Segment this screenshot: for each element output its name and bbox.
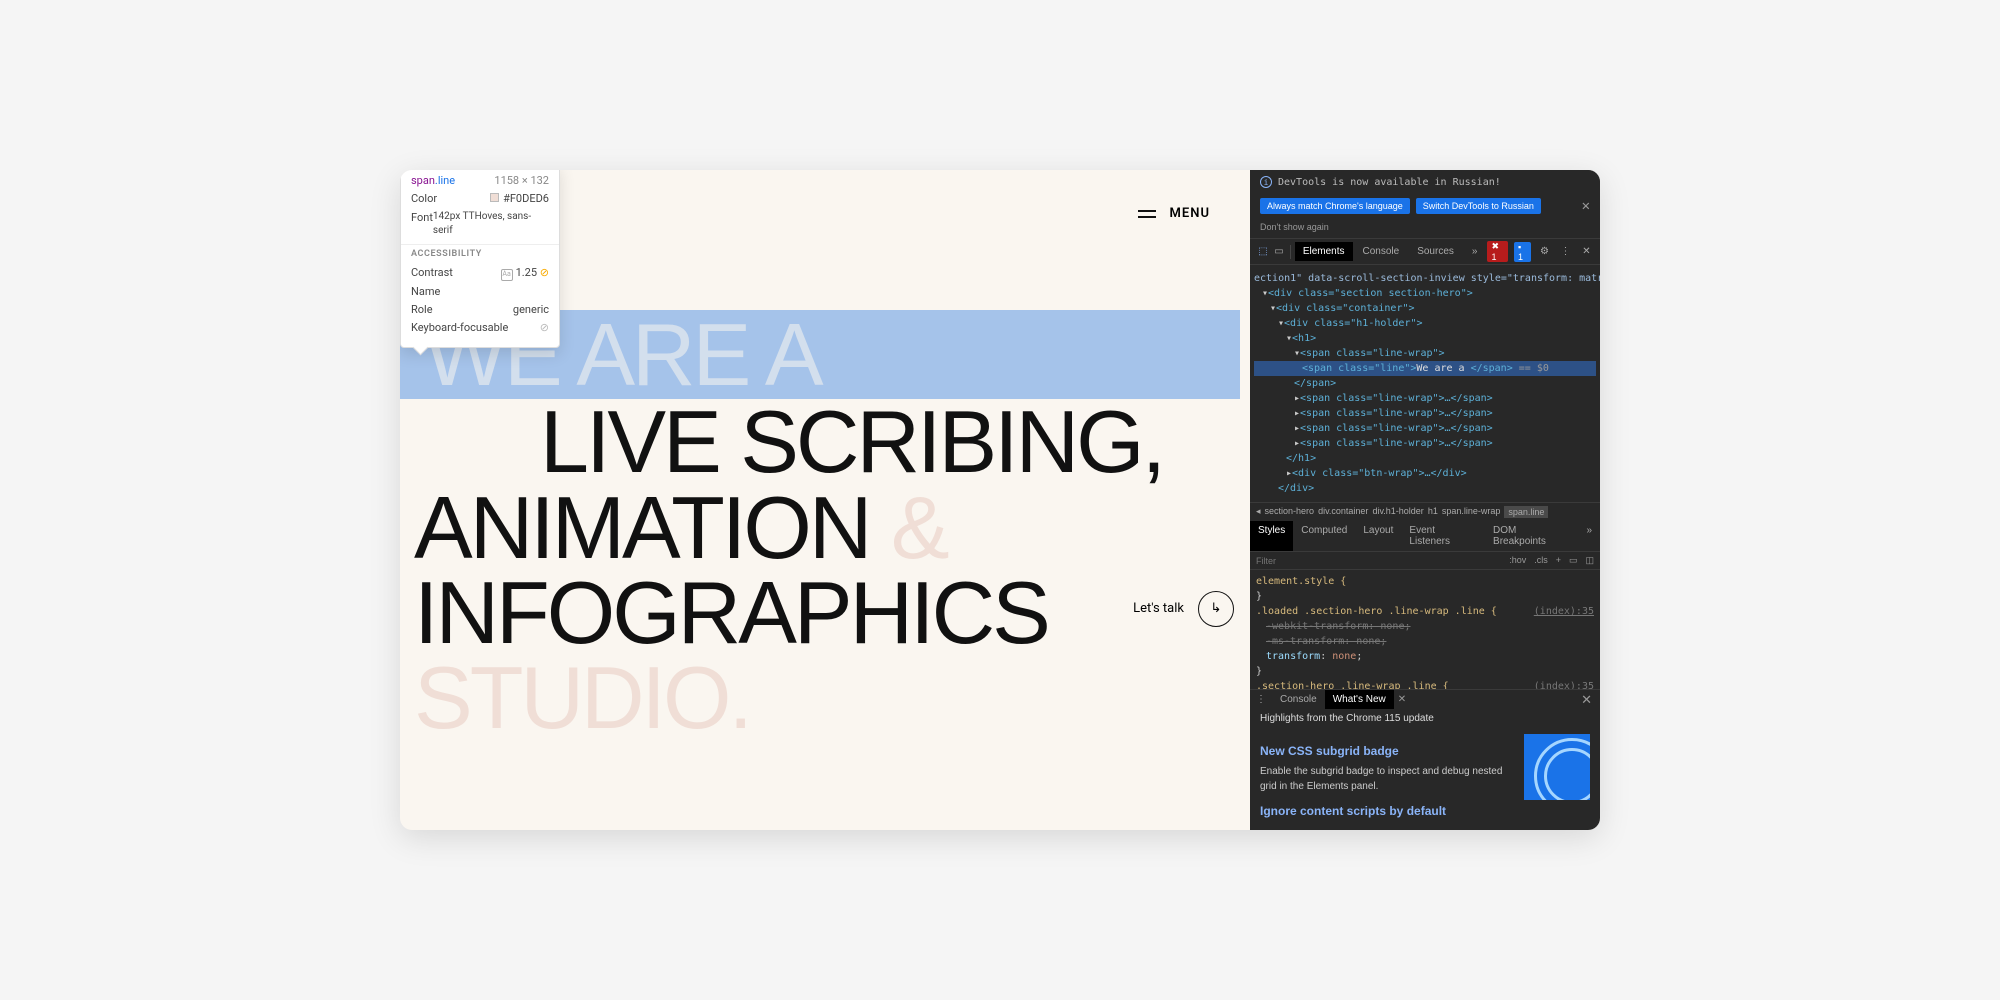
- drawer-subtitle: Highlights from the Chrome 115 update: [1250, 709, 1600, 728]
- hero-heading: WE ARE A LIVE SCRIBING, ANIMATION & INFO…: [400, 310, 1240, 741]
- close-drawer-icon[interactable]: ✕: [1573, 692, 1600, 708]
- tab-computed[interactable]: Computed: [1293, 521, 1355, 551]
- tab-console[interactable]: Console: [1355, 242, 1408, 261]
- new-style-rule-icon[interactable]: +: [1556, 555, 1561, 566]
- tooltip-accessibility-heading: ACCESSIBILITY: [401, 244, 559, 259]
- hamburger-icon: [1138, 210, 1156, 218]
- styles-filter-input[interactable]: [1256, 556, 1316, 566]
- text-sample-icon: Aa: [501, 269, 513, 281]
- whats-new-heading: Ignore content scripts by default: [1260, 802, 1590, 820]
- dom-tree[interactable]: ection1" data-scroll-section-inview styl…: [1250, 265, 1600, 502]
- cta-label: Let's talk: [1133, 601, 1184, 616]
- switch-language-button[interactable]: Switch DevTools to Russian: [1416, 198, 1541, 214]
- computed-toggle-icon[interactable]: ▭: [1569, 555, 1578, 566]
- tab-sources[interactable]: Sources: [1409, 242, 1462, 261]
- close-banner-button[interactable]: ✕: [1582, 198, 1590, 214]
- tab-event-listeners[interactable]: Event Listeners: [1401, 521, 1485, 551]
- tab-layout[interactable]: Layout: [1355, 521, 1401, 551]
- issue-count-badge[interactable]: ▪ 1: [1514, 242, 1531, 262]
- info-icon: i: [1260, 176, 1272, 188]
- match-language-button[interactable]: Always match Chrome's language: [1260, 198, 1410, 214]
- hero-line: ANIMATION &: [400, 485, 1240, 570]
- hov-toggle[interactable]: :hov: [1509, 555, 1526, 566]
- drawer-kebab-icon[interactable]: ⋮: [1250, 690, 1272, 709]
- rendered-page: span.line 1158 × 132 Color#F0DED6 Font14…: [400, 170, 1250, 830]
- hero-line: STUDIO.: [400, 655, 1240, 740]
- inspect-element-icon[interactable]: ⬚: [1256, 243, 1270, 261]
- cls-toggle[interactable]: .cls: [1534, 555, 1548, 566]
- arrow-icon: ↳: [1198, 591, 1234, 627]
- tooltip-selector: span.line: [411, 173, 455, 188]
- settings-gear-icon[interactable]: ⚙: [1537, 243, 1552, 261]
- drawer-tab-console[interactable]: Console: [1272, 690, 1325, 709]
- whats-new-content: New CSS subgrid badge Enable the subgrid…: [1250, 728, 1600, 830]
- hero-line: INFOGRAPHICS: [400, 570, 1240, 655]
- styles-sidebar-icon[interactable]: ◫: [1585, 555, 1594, 566]
- browser-window: span.line 1158 × 132 Color#F0DED6 Font14…: [400, 170, 1600, 830]
- devtools-info-banner: i DevTools is now available in Russian!: [1250, 170, 1600, 194]
- dont-show-again-link[interactable]: Don't show again: [1250, 218, 1600, 238]
- devtools-panel: i DevTools is now available in Russian! …: [1250, 170, 1600, 830]
- cta-button[interactable]: Let's talk ↳: [1133, 591, 1234, 627]
- close-devtools-icon[interactable]: ✕: [1579, 243, 1594, 261]
- drawer-tab-bar: ⋮ Console What's New ✕ ✕: [1250, 689, 1600, 709]
- color-swatch-icon: [490, 193, 499, 202]
- tooltip-dimensions: 1158 × 132: [494, 173, 549, 188]
- tab-styles[interactable]: Styles: [1250, 521, 1293, 551]
- menu-label: MENU: [1170, 206, 1210, 221]
- whats-new-illustration: [1524, 734, 1590, 800]
- tab-elements[interactable]: Elements: [1295, 242, 1353, 261]
- drawer-tab-whatsnew[interactable]: What's New: [1325, 690, 1394, 709]
- devtools-toolbar: ⬚ ▭ Elements Console Sources » ✖ 1 ▪ 1 ⚙…: [1250, 238, 1600, 265]
- styles-filter-bar: :hov .cls + ▭ ◫: [1250, 552, 1600, 570]
- styles-panel[interactable]: element.style { } .loaded .section-hero …: [1250, 570, 1600, 689]
- warning-icon: ⊘: [540, 266, 549, 279]
- kebab-menu-icon[interactable]: ⋮: [1558, 243, 1573, 261]
- close-tab-icon[interactable]: ✕: [1398, 694, 1406, 705]
- error-count-badge[interactable]: ✖ 1: [1487, 241, 1508, 262]
- inspector-tooltip: span.line 1158 × 132 Color#F0DED6 Font14…: [400, 170, 560, 348]
- selected-dom-node[interactable]: <span class="line">We are a </span> == $…: [1254, 361, 1596, 376]
- menu-button[interactable]: MENU: [1138, 206, 1210, 221]
- tab-dom-breakpoints[interactable]: DOM Breakpoints: [1485, 521, 1578, 551]
- device-toggle-icon[interactable]: ▭: [1272, 243, 1286, 261]
- dom-breadcrumbs[interactable]: ◂ section-hero div.container div.h1-hold…: [1250, 502, 1600, 521]
- tabs-overflow-icon[interactable]: »: [1464, 242, 1486, 261]
- not-focusable-icon: ⊘: [540, 320, 549, 335]
- styles-tab-bar: Styles Computed Layout Event Listeners D…: [1250, 521, 1600, 552]
- styles-overflow-icon[interactable]: »: [1578, 521, 1600, 551]
- hero-line: LIVE SCRIBING,: [400, 399, 1240, 484]
